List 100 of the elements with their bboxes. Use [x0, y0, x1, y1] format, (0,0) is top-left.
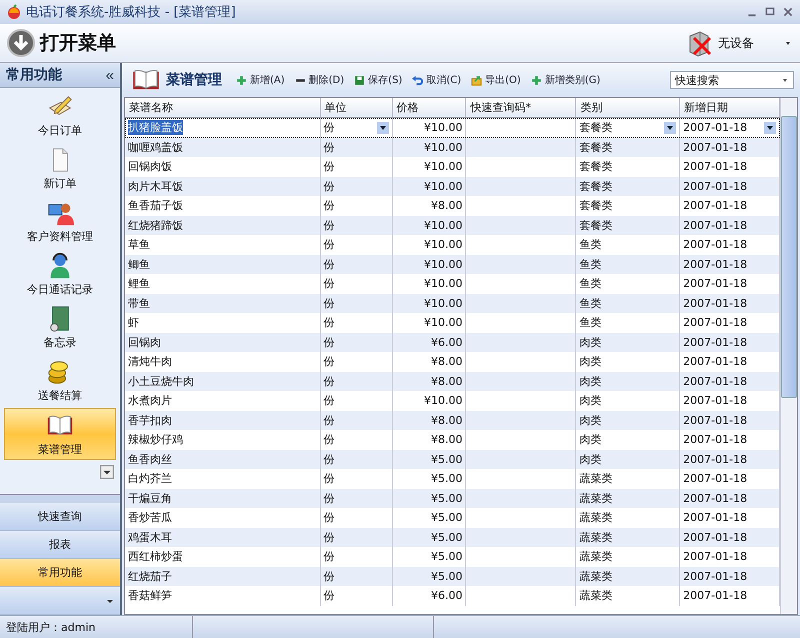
table-cell: 份 — [324, 374, 335, 389]
table-cell: 蔬菜类 — [579, 510, 612, 526]
table-cell: ¥10.00 — [424, 121, 462, 134]
table-cell: 香芋扣肉 — [128, 412, 172, 428]
table-cell: ¥10.00 — [424, 140, 462, 154]
table-cell: 2007-01-18 — [683, 277, 748, 290]
quick-search-field[interactable]: 快速搜索 — [670, 71, 794, 89]
table-cell: ¥10.00 — [424, 316, 462, 330]
table-cell: 鱼类 — [579, 315, 602, 330]
table-cell: 套餐类 — [579, 198, 612, 214]
table-cell: ¥8.00 — [430, 414, 462, 427]
table-cell: 2007-01-18 — [683, 394, 748, 408]
column-header[interactable]: 单位 — [320, 98, 393, 117]
sidebar-item[interactable]: 备忘录 — [4, 302, 116, 352]
table-cell: 鲫鱼 — [128, 256, 150, 272]
table-cell: 2007-01-18 — [683, 550, 748, 564]
sidebar-item[interactable]: 客户资料管理 — [4, 196, 116, 246]
close-icon[interactable] — [782, 6, 794, 18]
navigation-group[interactable]: 快速查询 — [0, 503, 120, 531]
table-cell: ¥8.00 — [430, 355, 462, 368]
table-cell: 2007-01-18 — [683, 492, 748, 505]
table-cell: 水煮肉片 — [128, 393, 172, 408]
navigation-group[interactable]: 常用功能 — [0, 559, 120, 587]
toolbar-button[interactable]: 新增(A) — [234, 73, 287, 87]
app-icon — [6, 4, 22, 20]
table-cell: 份 — [324, 549, 335, 564]
table-cell: 2007-01-18 — [683, 160, 748, 174]
table-cell: 2007-01-18 — [683, 258, 748, 271]
dropdown-icon[interactable] — [784, 39, 792, 47]
table-cell: 份 — [324, 334, 335, 350]
table-cell: ¥10.00 — [424, 238, 462, 252]
table-cell: 蔬菜类 — [579, 530, 612, 545]
dropdown-icon[interactable] — [376, 122, 389, 134]
table-cell: 份 — [324, 218, 335, 233]
book-icon — [132, 69, 160, 91]
table-cell: ¥10.00 — [424, 394, 462, 408]
plus-icon — [530, 74, 542, 86]
table-cell: ¥5.00 — [430, 492, 462, 505]
table-cell: 套餐类 — [579, 218, 612, 233]
table-cell: 虾 — [128, 315, 139, 330]
table-cell: 肉片木耳饭 — [128, 178, 183, 194]
table-cell: 肉类 — [579, 393, 602, 408]
open-menu-button[interactable]: 打开菜单 — [6, 28, 116, 58]
column-header[interactable]: 价格 — [392, 98, 466, 117]
table-cell: 鱼类 — [579, 276, 602, 292]
table-cell: 2007-01-18 — [683, 316, 748, 330]
table-cell: 2007-01-18 — [683, 296, 748, 310]
column-header[interactable]: 快速查询码* — [466, 98, 576, 117]
maximize-icon[interactable] — [764, 6, 776, 18]
table-cell: 红烧茄子 — [128, 568, 172, 584]
sidebar-item[interactable]: 新订单 — [4, 143, 116, 193]
table-cell: 干煸豆角 — [128, 490, 172, 506]
table-cell: 肉类 — [579, 432, 602, 448]
table-cell: 2007-01-18 — [683, 452, 748, 466]
toolbar-button[interactable]: 取消(C) — [410, 73, 464, 87]
table-cell: 2007-01-18 — [683, 180, 748, 193]
table-cell: 份 — [324, 354, 335, 370]
table-cell: 鱼香肉丝 — [128, 452, 172, 467]
column-header[interactable]: 菜谱名称 — [125, 98, 321, 117]
table-cell: 份 — [324, 530, 335, 545]
table-cell: 咖喱鸡盖饭 — [128, 140, 183, 155]
toolbar-button[interactable]: 保存(S) — [352, 73, 404, 87]
dropdown-icon[interactable] — [100, 465, 114, 479]
table-cell: 份 — [324, 120, 335, 136]
navigation-group[interactable]: 报表 — [0, 531, 120, 559]
table-cell: 香炒苦瓜 — [128, 510, 172, 526]
table-cell: 鲤鱼 — [128, 276, 150, 292]
sidebar-item[interactable]: 菜谱管理 — [4, 408, 116, 460]
sidebar-item[interactable]: 今日订单 — [4, 90, 116, 140]
table-cell: 回锅肉 — [128, 334, 161, 350]
table-cell: 2007-01-18 — [683, 374, 748, 388]
table-cell: 2007-01-18 — [683, 140, 748, 154]
table-cell: 肉类 — [579, 452, 602, 467]
column-header[interactable]: 类别 — [576, 98, 680, 117]
table-cell: ¥6.00 — [430, 336, 462, 349]
collapse-button[interactable]: « — [106, 66, 114, 84]
table-cell: 蔬菜类 — [579, 471, 612, 486]
table-cell: 鱼香茄子饭 — [128, 198, 183, 214]
table-cell: 草鱼 — [128, 237, 150, 252]
sidebar-item[interactable]: 今日通话记录 — [4, 249, 116, 299]
table-cell: 肉类 — [579, 354, 602, 370]
table-cell: 红烧猪蹄饭 — [128, 218, 183, 233]
sidebar-item[interactable]: 送餐结算 — [4, 355, 116, 405]
table-cell: 小土豆烧牛肉 — [128, 374, 194, 389]
table-cell: 2007-01-18 — [683, 199, 748, 212]
scrollbar[interactable] — [780, 98, 797, 614]
toolbar-button[interactable]: 删除(D) — [292, 73, 346, 87]
table-cell: 扒猪脸盖饭 — [128, 120, 183, 136]
table-cell: 2007-01-18 — [683, 589, 748, 602]
table-cell: ¥5.00 — [430, 452, 462, 466]
table-cell: 份 — [324, 140, 335, 155]
table-cell: 2007-01-18 — [683, 530, 748, 544]
table-cell: 套餐类 — [579, 178, 612, 194]
toolbar-button[interactable]: 导出(O) — [469, 73, 523, 87]
toolbar-button[interactable]: 新增类别(G) — [528, 73, 602, 87]
dropdown-icon[interactable] — [764, 122, 776, 134]
table-cell: 份 — [324, 256, 335, 272]
table-cell: 2007-01-18 — [683, 121, 748, 134]
splitter-grip[interactable] — [0, 494, 120, 503]
dropdown-icon[interactable] — [664, 122, 676, 134]
